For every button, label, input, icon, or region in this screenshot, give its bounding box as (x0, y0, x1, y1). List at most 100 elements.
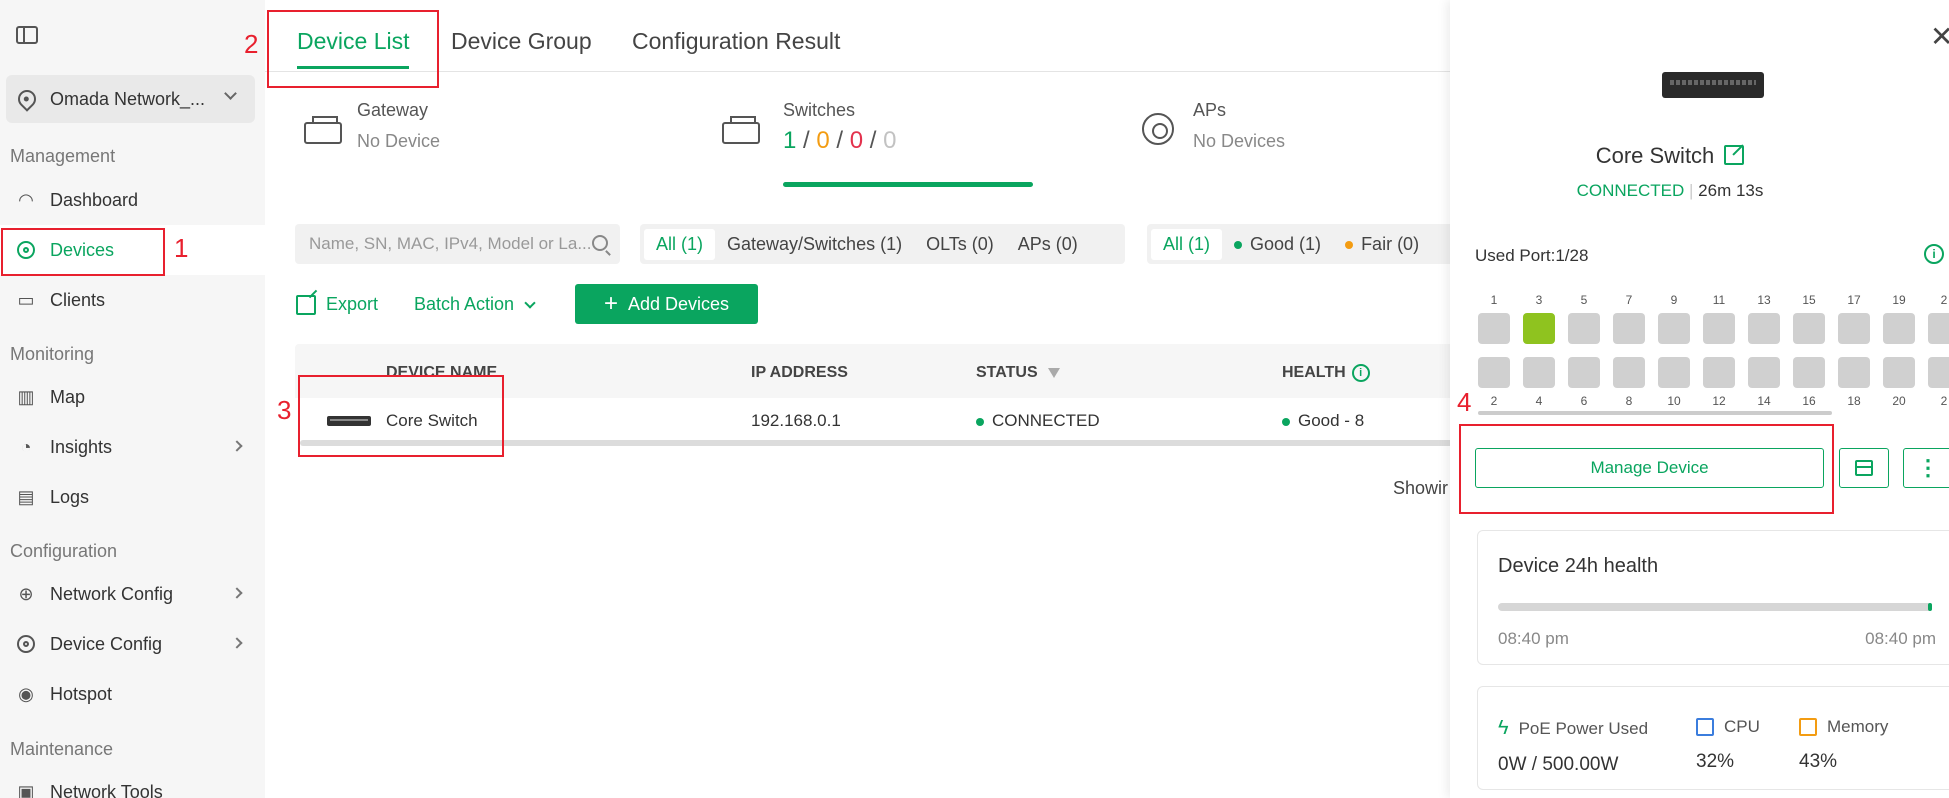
port-8[interactable] (1613, 357, 1645, 388)
info-icon[interactable]: i (1924, 244, 1944, 264)
device-uptime: 26m 13s (1698, 181, 1764, 200)
chevron-right-icon (231, 440, 243, 452)
port-18[interactable] (1838, 357, 1870, 388)
filter-gateway-switches[interactable]: Gateway/Switches (1) (715, 229, 914, 260)
sidebar-item-label: Dashboard (50, 189, 139, 210)
search-input[interactable]: Name, SN, MAC, IPv4, Model or La... (295, 224, 620, 264)
port-number-top: 11 (1712, 293, 1726, 307)
aps-summary: APs No Devices (1193, 100, 1285, 152)
memory-icon (1799, 718, 1817, 736)
add-devices-button[interactable]: + Add Devices (575, 284, 758, 324)
sidebar: Omada Network_... Management ◠ Dashboard… (0, 0, 265, 798)
sidebar-item-label: Map (50, 386, 86, 407)
site-selector[interactable]: Omada Network_... (6, 75, 255, 123)
port-16[interactable] (1793, 357, 1825, 388)
port-9[interactable] (1658, 313, 1690, 344)
device-status-line: CONNECTED | 26m 13s (1576, 181, 1764, 200)
port-10[interactable] (1658, 357, 1690, 388)
column-ip-address[interactable]: IP ADDRESS (751, 364, 848, 382)
section-management: Management (10, 146, 116, 166)
sidebar-item-logs[interactable]: ▤ Logs (0, 472, 265, 522)
health-dot-icon (1282, 417, 1290, 426)
pagination-info: Showir (1393, 478, 1449, 498)
sidebar-item-label: Clients (50, 289, 106, 310)
info-icon[interactable]: i (1351, 364, 1370, 382)
annotation-box-2 (267, 10, 439, 88)
port-3[interactable] (1523, 313, 1555, 344)
port-7[interactable] (1613, 313, 1645, 344)
map-icon: ▥ (17, 387, 35, 407)
section-configuration: Configuration (10, 541, 118, 561)
sidebar-item-clients[interactable]: ▭ Clients (0, 275, 265, 325)
port-19[interactable] (1883, 313, 1915, 344)
close-icon[interactable]: ✕ (1930, 23, 1949, 51)
port-15[interactable] (1793, 313, 1825, 344)
batch-action-dropdown[interactable]: Batch Action (414, 294, 536, 315)
sidebar-item-network-tools[interactable]: ▣ Network Tools (0, 767, 265, 798)
column-status[interactable]: STATUS (976, 364, 1060, 382)
switch-counts: 1 / 0 / 0 / 0 (783, 127, 897, 154)
box-action-button[interactable] (1839, 448, 1889, 488)
chevron-right-icon (231, 587, 243, 599)
aps-title: APs (1193, 100, 1227, 120)
sidebar-toggle-icon[interactable] (16, 26, 38, 44)
cell-health: Good - 8 (1282, 411, 1364, 431)
port-13[interactable] (1748, 313, 1780, 344)
port-number-bottom: 8 (1625, 394, 1633, 408)
sidebar-item-dashboard[interactable]: ◠ Dashboard (0, 175, 265, 225)
port-number-top: 1 (1490, 293, 1498, 307)
metric-memory-value: 43% (1799, 751, 1838, 772)
sidebar-item-hotspot[interactable]: ◉ Hotspot (0, 669, 265, 719)
sidebar-item-map[interactable]: ▥ Map (0, 372, 265, 422)
sidebar-item-label: Logs (50, 486, 90, 507)
health-filter-good[interactable]: Good (1) (1222, 229, 1333, 260)
health-filter: All (1) Good (1) Fair (0) (1147, 224, 1450, 264)
port-number-top: 17 (1847, 293, 1861, 307)
filter-all[interactable]: All (1) (644, 228, 716, 260)
tab-configuration-result[interactable]: Configuration Result (632, 28, 840, 55)
health-filter-fair[interactable]: Fair (0) (1333, 229, 1431, 260)
plus-icon: + (603, 290, 618, 317)
search-icon (592, 235, 608, 251)
port-4[interactable] (1523, 357, 1555, 388)
port-2[interactable] (1928, 357, 1949, 388)
port-5[interactable] (1568, 313, 1600, 344)
port-12[interactable] (1703, 357, 1735, 388)
column-health[interactable]: HEALTH i (1282, 364, 1370, 382)
metric-cpu: CPU 32% (1696, 717, 1760, 772)
more-vertical-icon: ⋮ (1917, 455, 1939, 480)
port-20[interactable] (1883, 357, 1915, 388)
tab-device-group[interactable]: Device Group (451, 28, 592, 55)
sidebar-item-insights[interactable]: ◔ Insights (0, 422, 265, 472)
annotation-number-4: 4 (1457, 387, 1472, 417)
port-number-bottom: 12 (1712, 394, 1726, 408)
sidebar-item-network-config[interactable]: ⊕ Network Config (0, 569, 265, 619)
port-1[interactable] (1478, 313, 1510, 344)
gateway-status: No Device (357, 131, 441, 151)
count-isolated: 0 (883, 127, 897, 154)
export-button[interactable]: Export (296, 294, 378, 315)
port-2[interactable] (1478, 357, 1510, 388)
port-number-top: 13 (1757, 293, 1771, 307)
count-pending: 0 (816, 127, 830, 154)
port-6[interactable] (1568, 357, 1600, 388)
more-actions-button[interactable]: ⋮ (1903, 448, 1949, 488)
edit-icon[interactable] (1724, 145, 1745, 165)
port-17[interactable] (1838, 313, 1870, 344)
port-scrollbar[interactable] (1478, 411, 1832, 415)
annotation-number-3: 3 (277, 395, 292, 425)
port-11[interactable] (1703, 313, 1735, 344)
filter-olts[interactable]: OLTs (0) (914, 229, 1006, 260)
health-filter-all[interactable]: All (1) (1151, 228, 1223, 260)
sidebar-item-device-config[interactable]: Device Config (0, 619, 265, 669)
sidebar-item-label: Insights (50, 436, 113, 457)
port-number-bottom: 14 (1757, 394, 1771, 408)
filter-aps[interactable]: APs (0) (1006, 229, 1090, 260)
count-disconnected: 0 (849, 127, 864, 154)
aps-status: No Devices (1193, 131, 1286, 151)
port-14[interactable] (1748, 357, 1780, 388)
clients-icon: ▭ (17, 290, 35, 310)
good-dot-icon (1234, 240, 1243, 249)
filter-icon[interactable] (1047, 367, 1060, 378)
port-2[interactable] (1928, 313, 1949, 344)
